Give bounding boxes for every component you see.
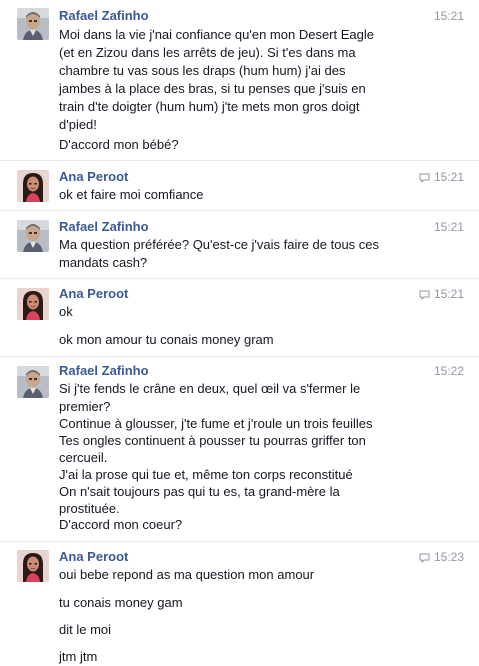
sender-name[interactable]: Ana Peroot <box>59 169 128 185</box>
avatar[interactable] <box>17 220 49 252</box>
timestamp: 15:23 <box>433 550 464 564</box>
message-line: premier? <box>59 399 111 414</box>
message-line: oui bebe repond as ma question mon amour <box>59 567 315 582</box>
message-time: 15:21 <box>434 8 464 24</box>
man-avatar-icon <box>17 220 49 252</box>
timestamp: 15:21 <box>433 170 464 184</box>
divider <box>0 541 479 542</box>
message-line: On n'sait toujours pas qui tu es, ta gra… <box>59 484 340 499</box>
message-line: dit le moi <box>59 622 112 637</box>
man-avatar-icon <box>17 366 49 398</box>
avatar[interactable] <box>17 8 49 40</box>
timestamp: 15:21 <box>433 9 464 23</box>
message-line: (et en Zizou dans les arrêts de jeu). Si… <box>59 45 356 60</box>
message-line: ok mon amour tu conais money gram <box>59 332 274 347</box>
avatar[interactable] <box>17 288 49 320</box>
message-line: Moi dans la vie j'nai confiance qu'en mo… <box>59 27 374 42</box>
message-line: Tes ongles continuent à pousser tu pourr… <box>59 433 366 448</box>
woman-avatar-icon <box>17 550 49 582</box>
sender-name[interactable]: Rafael Zafinho <box>59 363 149 379</box>
message-line: D'accord mon bébé? <box>59 137 179 152</box>
avatar[interactable] <box>17 366 49 398</box>
message-line: d'pied! <box>59 117 97 132</box>
man-avatar-icon <box>17 8 49 40</box>
woman-avatar-icon <box>17 288 49 320</box>
message-time: 15:21 <box>419 286 464 302</box>
message-line: jambes à la place des bras, si tu penses… <box>59 81 366 96</box>
message-line: D'accord mon coeur? <box>59 517 183 532</box>
message-line: Continue à glousser, j'te fume et j'roul… <box>59 416 373 431</box>
message-time: 15:23 <box>419 549 464 565</box>
message-line: mandats cash? <box>59 255 148 270</box>
seen-icon <box>419 552 430 564</box>
message-time: 15:22 <box>434 363 464 379</box>
avatar[interactable] <box>17 170 49 202</box>
sender-name[interactable]: Ana Peroot <box>59 286 128 302</box>
message-line: ok et faire moi comfiance <box>59 187 204 202</box>
message-line: train d'te doigter (hum hum) j'te mets m… <box>59 99 360 114</box>
seen-icon <box>419 289 430 301</box>
divider <box>0 278 479 279</box>
timestamp: 15:22 <box>433 364 464 378</box>
sender-name[interactable]: Rafael Zafinho <box>59 219 149 235</box>
sender-name[interactable]: Rafael Zafinho <box>59 8 149 24</box>
message-time: 15:21 <box>419 169 464 185</box>
avatar[interactable] <box>17 550 49 582</box>
message-line: Si j'te fends le crâne en deux, quel œil… <box>59 381 361 396</box>
divider <box>0 356 479 357</box>
message-line: ok <box>59 304 73 319</box>
seen-icon <box>419 172 430 184</box>
message-line: Ma question préférée? Qu'est-ce j'vais f… <box>59 237 380 252</box>
message-line: tu conais money gam <box>59 595 183 610</box>
sender-name[interactable]: Ana Peroot <box>59 549 128 565</box>
message-line: chambre tu vas sous les draps (hum hum) … <box>59 63 346 78</box>
woman-avatar-icon <box>17 170 49 202</box>
message-time: 15:21 <box>434 219 464 235</box>
timestamp: 15:21 <box>433 220 464 234</box>
chat-conversation: Rafael Zafinho 15:21 Moi dans la vie j'n… <box>0 0 479 666</box>
divider <box>0 160 479 161</box>
message-line: jtm jtm <box>59 649 98 664</box>
divider <box>0 210 479 211</box>
timestamp: 15:21 <box>433 287 464 301</box>
message-line: J'ai la prose qui tue et, même ton corps… <box>59 467 353 482</box>
message-line: cercueil. <box>59 450 108 465</box>
